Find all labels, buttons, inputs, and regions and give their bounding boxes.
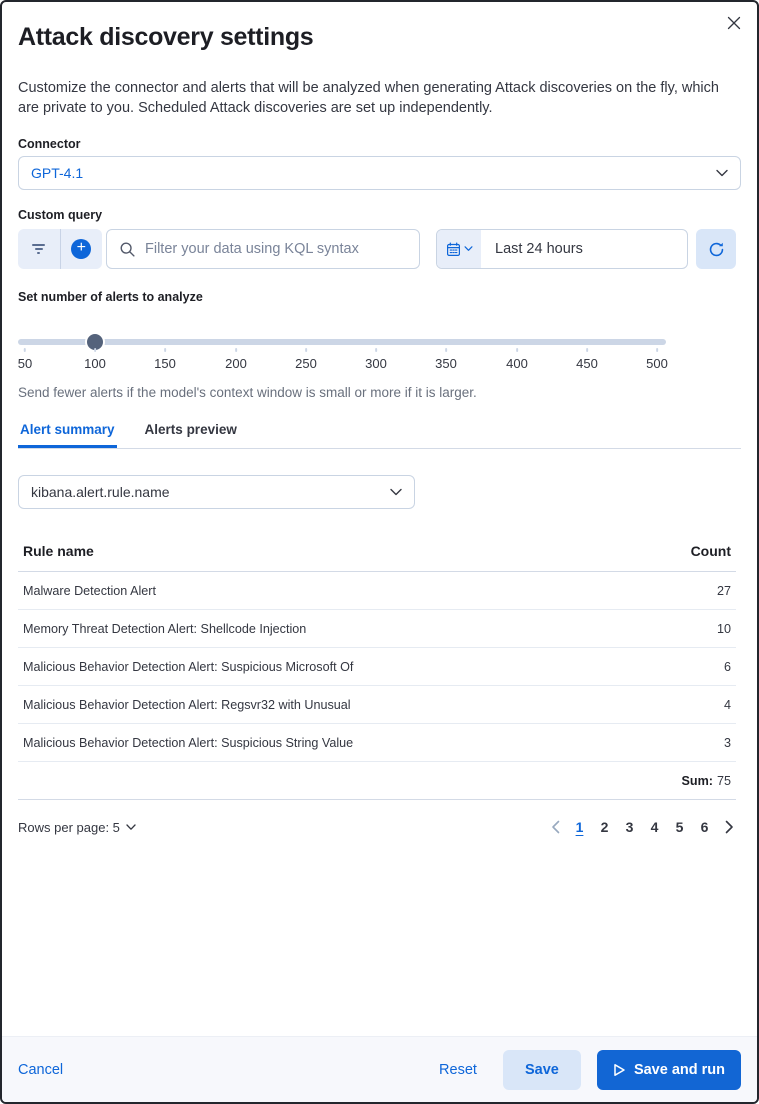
count-cell: 6 <box>723 659 731 674</box>
save-and-run-button[interactable]: Save and run <box>596 1049 741 1090</box>
page-title: Attack discovery settings <box>18 23 314 51</box>
kql-search-input[interactable] <box>145 241 407 257</box>
slider-tick: 150 <box>154 348 176 371</box>
table-sum-row: Sum: 75 <box>18 762 736 800</box>
slider-tick: 250 <box>295 348 317 371</box>
time-range-button[interactable]: Last 24 hours <box>481 230 687 268</box>
search-icon <box>119 241 136 258</box>
page-button-3[interactable]: 3 <box>617 814 642 840</box>
plus-in-circle-icon: + <box>71 239 92 259</box>
connector-select[interactable]: GPT-4.1 <box>18 156 741 190</box>
page-button-5[interactable]: 5 <box>667 814 692 840</box>
date-picker-toggle[interactable] <box>437 230 481 268</box>
page-button-1[interactable]: 1 <box>567 814 592 840</box>
tabs: Alert summary Alerts preview <box>18 420 741 449</box>
table-row: Malicious Behavior Detection Alert: Regs… <box>18 686 736 724</box>
rule-name-cell: Malicious Behavior Detection Alert: Regs… <box>23 697 351 712</box>
table-row: Memory Threat Detection Alert: Shellcode… <box>18 610 736 648</box>
count-cell: 10 <box>716 621 731 636</box>
page-button-6[interactable]: 6 <box>692 814 717 840</box>
refresh-button[interactable] <box>696 229 736 269</box>
pager: 1 2 3 4 5 6 <box>543 814 741 840</box>
previous-page-icon[interactable] <box>543 814 567 840</box>
connector-label: Connector <box>18 137 81 151</box>
attack-discovery-settings-flyout: Attack discovery settings Customize the … <box>0 0 759 1104</box>
table-row: Malware Detection Alert 27 <box>18 572 736 610</box>
sum-label: Sum: <box>681 773 713 788</box>
slider-tick: 100 <box>84 348 106 371</box>
kql-search-box <box>106 229 420 269</box>
dialog-description: Customize the connector and alerts that … <box>18 80 719 116</box>
add-filter-button[interactable]: + <box>59 229 103 269</box>
play-icon <box>613 1063 626 1077</box>
rule-name-cell: Malicious Behavior Detection Alert: Susp… <box>23 735 354 750</box>
pagination-row: Rows per page: 5 1 2 3 4 5 6 <box>18 810 741 844</box>
date-picker: Last 24 hours <box>436 229 688 269</box>
save-and-run-label: Save and run <box>633 1061 725 1078</box>
page-button-2[interactable]: 2 <box>592 814 617 840</box>
slider-tick: 400 <box>506 348 528 371</box>
cancel-button[interactable]: Cancel <box>18 1062 63 1078</box>
count-cell: 27 <box>716 583 731 598</box>
refresh-icon <box>708 241 725 258</box>
chevron-down-icon <box>463 246 473 252</box>
count-cell: 3 <box>723 735 731 750</box>
column-header-count: Count <box>690 543 731 559</box>
custom-query-label: Custom query <box>18 208 103 222</box>
table-header-row: Rule name Count <box>18 533 736 572</box>
alerts-slider-label: Set number of alerts to analyze <box>18 290 203 304</box>
close-icon[interactable] <box>723 12 745 34</box>
rows-per-page-button[interactable]: Rows per page: 5 <box>18 820 136 835</box>
chevron-down-icon <box>716 169 728 177</box>
sum-value: 75 <box>716 773 731 788</box>
field-selector-value: kibana.alert.rule.name <box>31 484 170 500</box>
flyout-footer: Cancel Reset Save Save and run <box>2 1036 757 1102</box>
rule-name-cell: Malware Detection Alert <box>23 583 156 598</box>
slider-tick: 450 <box>576 348 598 371</box>
rows-per-page-label: Rows per page: 5 <box>18 819 120 835</box>
rule-name-cell: Memory Threat Detection Alert: Shellcode… <box>23 621 307 636</box>
custom-query-row: + Filter your data using KQL syntax Last… <box>18 229 741 269</box>
field-selector[interactable]: kibana.alert.rule.name <box>18 475 415 509</box>
alerts-slider: 50 100 150 200 250 300 350 400 450 500 <box>18 331 668 375</box>
slider-help-text: Send fewer alerts if the model's context… <box>18 385 477 400</box>
next-page-icon[interactable] <box>717 814 741 840</box>
column-header-rule-name: Rule name <box>23 543 94 559</box>
save-button[interactable]: Save <box>502 1049 581 1090</box>
slider-tick: 500 <box>646 348 668 371</box>
page-button-4[interactable]: 4 <box>642 814 667 840</box>
table-row: Malicious Behavior Detection Alert: Susp… <box>18 648 736 686</box>
connector-selected-value: GPT-4.1 <box>31 165 84 181</box>
tab-alert-summary[interactable]: Alert summary <box>18 420 117 448</box>
slider-tick: 200 <box>225 348 247 371</box>
filter-lines-icon <box>32 243 46 255</box>
slider-tick: 300 <box>365 348 387 371</box>
chevron-down-icon <box>126 823 136 831</box>
tab-alerts-preview[interactable]: Alerts preview <box>143 420 239 448</box>
alert-summary-table: Rule name Count Malware Detection Alert … <box>18 533 736 800</box>
rule-name-cell: Malicious Behavior Detection Alert: Susp… <box>23 659 354 674</box>
calendar-icon <box>446 242 461 257</box>
filter-controls: + <box>18 229 102 269</box>
count-cell: 4 <box>723 697 731 712</box>
filter-icon[interactable] <box>18 229 60 269</box>
slider-tick: 350 <box>435 348 457 371</box>
slider-tick: 50 <box>18 348 32 371</box>
table-row: Malicious Behavior Detection Alert: Susp… <box>18 724 736 762</box>
footer-actions: Reset Save Save and run <box>439 1049 741 1090</box>
reset-button[interactable]: Reset <box>439 1062 477 1078</box>
slider-track[interactable] <box>18 339 666 345</box>
chevron-down-icon <box>390 488 402 496</box>
